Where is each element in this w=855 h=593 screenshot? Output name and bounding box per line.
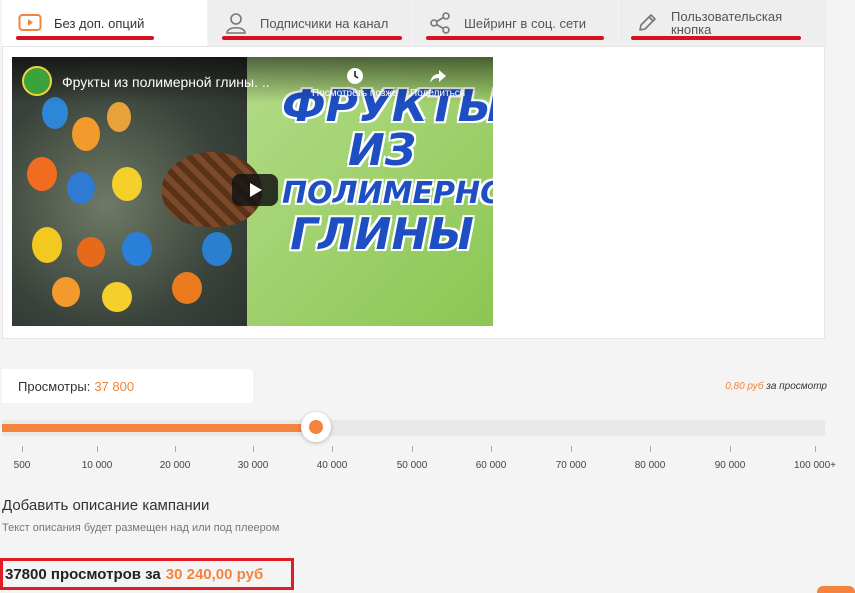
submit-button[interactable] [817,586,855,593]
thumb-word: ГЛИНЫ [290,209,474,260]
share-label: Поделиться [410,88,466,99]
tab-underline [222,36,402,40]
video-title[interactable]: Фрукты из полимерной глины. .. [62,74,270,90]
tab-label: Шейринг в соц. сети [464,15,587,31]
clock-icon [346,68,363,84]
slider-tick [332,446,333,452]
option-tabs: Без доп. опций Подписчики на канал Шейри… [0,0,827,46]
play-icon [250,183,262,197]
tab-no-options[interactable]: Без доп. опций [2,0,207,46]
order-summary: 37800 просмотров за 30 240,00 руб [0,558,294,590]
thumb-word: ИЗ [347,125,417,176]
pencil-icon [635,11,659,35]
thumb-word: ПОЛИМЕРНОЙ [282,176,493,211]
views-slider-fill [2,424,316,432]
tab-social-sharing[interactable]: Шейринг в соц. сети [412,0,618,46]
watch-later-label: Посмотреть позже [312,88,398,99]
play-button[interactable] [232,174,278,206]
slider-tick [650,446,651,452]
tab-label: Подписчики на канал [260,15,389,31]
slider-tick-label: 20 000 [159,460,191,471]
slider-tick [571,446,572,452]
video-player[interactable]: ФРУКТЫ ИЗ ПОЛИМЕРНОЙ ГЛИНЫ Фрукты из пол… [12,57,493,326]
slider-tick-label: 80 000 [634,460,666,471]
slider-tick [253,446,254,452]
tab-custom-button[interactable]: Пользовательская кнопка [619,0,827,46]
tab-subscribers[interactable]: Подписчики на канал [208,0,411,46]
tab-underline [16,36,154,40]
watch-later-button[interactable]: Посмотреть позже [312,67,398,99]
share-arrow-icon [429,70,446,83]
views-value: 37 800 [94,378,135,394]
slider-tick-label: 60 000 [475,460,507,471]
views-indicator: Просмотры: 37 800 [2,369,253,403]
user-icon [224,11,248,35]
slider-tick-label: 30 000 [237,460,269,471]
slider-tick [97,446,98,452]
channel-avatar[interactable] [22,66,52,96]
slider-tick [491,446,492,452]
play-square-icon [18,11,42,35]
tab-label: Без доп. опций [54,15,145,31]
share-video-button[interactable]: Поделиться [410,67,465,99]
slider-tick-label: 40 000 [316,460,348,471]
slider-tick-label: 70 000 [555,460,587,471]
tab-underline [631,36,801,40]
price-suffix: за просмотр [766,381,827,392]
price-per-view: 0,80 руб за просмотр [725,381,827,392]
slider-tick-label: 90 000 [714,460,746,471]
video-thumbnail-caption: ФРУКТЫ ИЗ ПОЛИМЕРНОЙ ГЛИНЫ [282,85,493,260]
slider-tick-label: 500 [13,460,31,471]
views-label: Просмотры: [18,378,91,394]
share-icon [428,11,452,35]
tab-underline [426,36,604,40]
add-description-link[interactable]: Добавить описание кампании [2,497,209,514]
slider-tick [412,446,413,452]
tab-label: Пользовательская кнопка [671,9,783,37]
slider-tick [175,446,176,452]
slider-tick-label: 50 000 [396,460,428,471]
slider-tick [730,446,731,452]
slider-tick [815,446,816,452]
slider-tick [22,446,23,452]
views-slider-handle[interactable] [301,412,331,442]
description-hint: Текст описания будет размещен над или по… [2,522,280,534]
slider-tick-label: 100 000+ [794,460,836,471]
slider-scale: 500 10 000 20 000 30 000 40 000 50 000 60 000 7… [0,446,855,476]
summary-amount: 30 240,00 руб [165,565,264,583]
price-value: 0,80 руб [725,381,764,392]
slider-tick-label: 10 000 [81,460,113,471]
summary-text: 37800 просмотров за [5,565,161,583]
